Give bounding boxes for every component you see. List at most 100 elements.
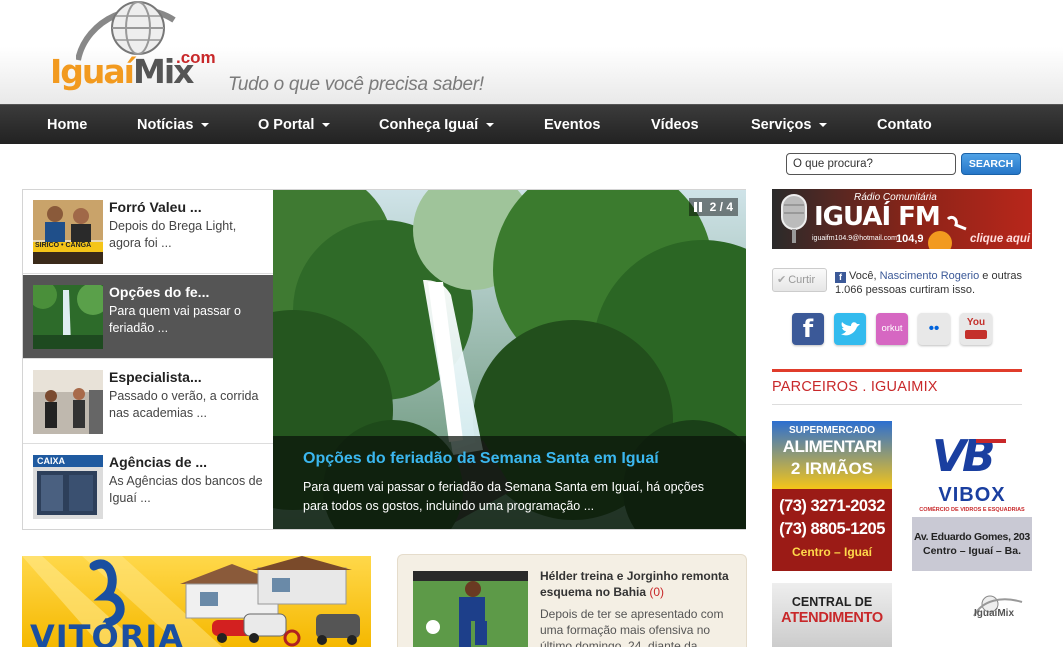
slider-thumb-image [33,285,103,349]
logo-dot-com: .com [176,48,216,67]
slider-thumb-image: SIRICO • CANGA [33,200,103,264]
facebook-icon-glyph: f [802,315,814,343]
nav-noticias[interactable]: Notícias [137,105,210,145]
slider-item-desc: Passado o verão, a corrida nas academias… [109,389,259,420]
news-title-text: Hélder treina e Jorginho remonta esquema… [540,569,729,599]
nav-contato[interactable]: Contato [877,105,932,145]
ad-alimentari-location: Centro – Iguaí [791,545,872,559]
iguaimix-mini-logo[interactable]: IguaíMix [972,594,1032,624]
slider-main-image[interactable]: 2 / 4 Opções do feriadão da Semana Santa… [273,190,746,529]
radio-frequency: 104,9 [896,233,924,245]
slider-item-opcoes[interactable]: Opções do fe... Para quem vai passar o f… [23,275,285,359]
news-thumb-image[interactable] [413,571,528,647]
slider-counter: 2 / 4 [709,200,733,214]
flickr-icon[interactable]: •• [918,313,950,345]
ad-vibox-footer [912,517,1032,571]
facebook-friend-link[interactable]: Nascimento Rogerio [880,270,980,282]
ad-alimentari-l2: ALIMENTARI [782,437,882,456]
slider-controls: 2 / 4 [688,198,738,216]
logo-wordmark: IguaíMix [50,52,194,91]
caret-down-icon [201,123,210,128]
slider-item-especialista[interactable]: Especialista... Passado o verão, a corri… [23,360,273,444]
mini-logo-text: IguaíMix [974,608,1015,619]
slider-thumb-text: CAIXA [37,456,66,466]
ad-alimentari-phone2: (73) 8805-1205 [779,520,885,538]
site-tagline: Tudo o que você precisa saber! [228,74,484,95]
slider-item-agencias[interactable]: CAIXA Agências de ... As Agências dos ba… [23,445,273,529]
nav-eventos[interactable]: Eventos [544,105,600,145]
slider-item-forro[interactable]: SIRICO • CANGA Forró Valeu ... Depois do… [23,190,273,274]
search-input[interactable] [786,153,956,175]
ad-central-atendimento[interactable]: CENTRAL DE ATENDIMENTO [772,583,892,647]
ad-vibox-sub: COMÉRCIO DE VIDROS E ESQUADRIAS [919,507,1025,513]
slider-item-title: Opções do fe... [109,284,210,300]
nav-conheca-iguai[interactable]: Conheça Iguaí [379,105,495,145]
slider-thumb-image [33,370,103,434]
site-logo[interactable]: IguaíMix .com [36,0,226,100]
twitter-icon[interactable] [834,313,866,345]
facebook-mini-icon: f [835,272,846,283]
facebook-like-button[interactable]: ✔ Curtir [772,268,827,292]
slider-item-title: Agências de ... [109,454,208,470]
parceiros-divider [772,369,1022,372]
slider-thumb-list: SIRICO • CANGA Forró Valeu ... Depois do… [23,190,285,529]
nav-videos[interactable]: Vídeos [651,105,699,145]
youtube-icon-bar [965,330,987,339]
nav-videos-label: Vídeos [651,117,699,133]
featured-slider: SIRICO • CANGA Forró Valeu ... Depois do… [22,189,746,530]
nav-o-portal[interactable]: O Portal [258,105,331,145]
pause-icon[interactable] [693,202,702,212]
ad-vibox[interactable]: VB VIBOX COMÉRCIO DE VIDROS E ESQUADRIAS… [912,421,1032,571]
flickr-icon-glyph: •• [928,320,940,337]
nav-servicos[interactable]: Serviços [751,105,828,145]
slider-thumb-image: CAIXA [33,455,103,519]
facebook-text-prefix: Você, [849,270,880,282]
ad-vibox-addr1: Av. Eduardo Gomes, 203 [914,531,1030,543]
ad-alimentari-l1: SUPERMERCADO [788,425,876,436]
slider-caption-desc: Para quem vai passar o feriadão da Seman… [303,480,704,513]
news-title[interactable]: Hélder treina e Jorginho remonta esquema… [540,568,740,600]
facebook-like-text: f Você, Nascimento Rogerio e outras 1.066… [835,269,1025,297]
nav-home[interactable]: Home [47,105,87,145]
orkut-icon[interactable]: orkut [876,313,908,345]
ad-radio-iguai-fm[interactable]: Rádio Comunitária IGUAÍ FM iguaifm104.9@… [772,189,1032,249]
caret-down-icon [819,123,828,128]
ad-vibox-addr2: Centro – Iguaí – Ba. [922,545,1022,557]
ad-vibox-name: VIBOX [938,484,1006,506]
logo-wordmark-iguai: Iguaí [50,52,135,91]
nav-noticias-label: Notícias [137,117,194,133]
caret-down-icon [486,123,495,128]
main-nav: Home Notícias O Portal Conheça Iguaí Eve… [0,104,1063,144]
facebook-like-label: Curtir [788,274,816,286]
search-button[interactable]: SEARCH [961,153,1021,175]
news-desc: Depois de ter se apresentado com uma for… [540,607,724,647]
ad-alimentari-l3: 2 IRMÃOS [790,459,874,478]
facebook-icon[interactable]: f [792,313,824,345]
radio-name: IGUAÍ FM [814,202,941,232]
news-box: Hélder treina e Jorginho remonta esquema… [397,554,747,647]
orkut-icon-glyph: orkut [881,323,903,334]
slider-caption-title[interactable]: Opções do feriadão da Semana Santa em Ig… [303,450,659,468]
radio-cta: clique aqui [970,233,1031,245]
nav-home-label: Home [47,117,88,133]
radio-email: iguaifm104.9@hotmail.com [812,235,897,242]
nav-contato-label: Contato [877,117,932,133]
youtube-icon-glyph: You [966,317,986,328]
ad-vitoria-text: VITÓRIA [30,618,185,647]
ad-vibox-accent [976,439,1006,443]
ad-supermercado-alimentari[interactable]: SUPERMERCADO ALIMENTARI 2 IRMÃOS (73) 32… [772,421,892,571]
nav-servicos-label: Serviços [751,117,812,133]
ad-central-l1: CENTRAL DE [791,595,873,609]
slider-thumb-text: SIRICO • CANGA [35,242,92,249]
nav-eventos-label: Eventos [544,117,601,133]
ad-central-l2: ATENDIMENTO [781,610,883,626]
parceiros-heading: PARCEIROS . IGUAIMIX [772,379,938,395]
caret-down-icon [322,123,331,128]
nav-o-portal-label: O Portal [258,117,315,133]
slider-item-title: Especialista... [109,369,202,385]
check-icon: ✔ [777,274,787,286]
youtube-icon[interactable]: You [960,313,992,345]
ad-banner-vitoria[interactable]: VITÓRIA [22,556,371,647]
news-comment-count: (0) [649,585,665,599]
site-header: IguaíMix .com Tudo o que você precisa sa… [0,0,1063,104]
